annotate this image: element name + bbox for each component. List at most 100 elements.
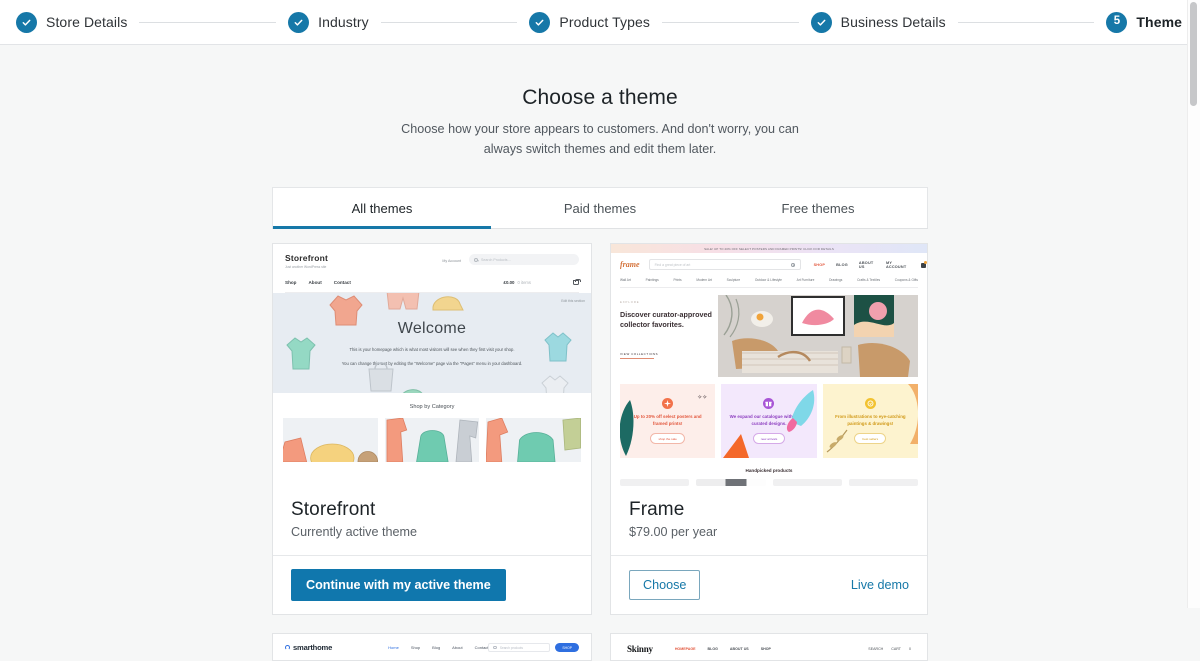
smarthome-search-area: Search products SHOP [488,643,580,653]
frame-cat-item: Paintings [645,278,659,283]
frame-cat-item: Modern Art [696,278,712,283]
frame-product-placeholder [620,479,690,487]
scrollbar-thumb[interactable] [1190,2,1197,106]
bag-illustration [368,362,394,392]
frame-logo: frame [620,260,640,270]
skinny-preview-header: Skinny HOMEPAGE BLOG ABOUT US SHOP SEARC… [611,634,927,655]
step-business-details[interactable]: Business Details [810,11,946,33]
theme-card-frame[interactable]: SALE! UP TO 20% OFF SELECT POSTERS AND F… [610,243,928,616]
storefront-nav-item: About [308,280,322,286]
step-theme[interactable]: 5 Theme [1106,11,1183,33]
frame-search-placeholder: Find a great piece of art [654,262,691,267]
theme-preview-storefront: Storefront Just another WordPress site M… [273,244,591,488]
page-subtitle: Choose how your store appears to custome… [401,122,799,156]
theme-card-smarthome[interactable]: smarthome Home Shop Blog About Contact S… [272,633,592,661]
home-icon [285,645,290,651]
step-label: Industry [318,14,369,30]
theme-price: $79.00 per year [629,525,718,540]
shirt-illustration [329,295,363,326]
frame-cat-item: Prints [673,278,682,283]
onboarding-stepper: Store Details Industry Product Types Bus… [0,0,1200,45]
theme-grid: Storefront Just another WordPress site M… [272,243,928,661]
storefront-category-tile [283,418,378,463]
smarthome-nav: Home Shop Blog About Contact [388,645,488,650]
page-title: Choose a theme [522,86,678,109]
frame-promo-text: From illustrations to eye-catching paint… [835,414,906,426]
smarthome-nav-item: Blog [432,645,441,651]
page-content: Choose a theme Choose how your store app… [0,45,1200,661]
smarthome-nav-item: Home [388,645,399,651]
step-label: Business Details [840,14,946,30]
step-product-types[interactable]: Product Types [529,11,650,33]
smarthome-logo-text: smarthome [293,643,333,653]
smarthome-search-placeholder: Search products [499,645,524,650]
storefront-cart-price: £0.00 [503,280,515,286]
theme-preview-frame: SALE! UP TO 20% OFF SELECT POSTERS AND F… [611,244,927,488]
hat-illustration [402,389,423,394]
page-scrollbar[interactable] [1187,0,1200,608]
medal-icon [864,398,876,410]
check-icon [529,11,551,33]
frame-hero-image [718,295,918,378]
frame-product-placeholder [696,479,766,487]
tab-free-themes[interactable]: Free themes [709,188,927,228]
search-icon [790,262,795,267]
tab-label: Free themes [781,200,855,216]
frame-hero: EXPLORE Discover curator-approved collec… [611,288,927,378]
sparkle-icon: ✧✧ [697,395,708,402]
gift-icon [763,398,775,410]
tab-all-themes[interactable]: All themes [273,188,491,230]
step-label: Product Types [559,14,650,30]
storefront-search-placeholder: Search Products… [481,257,512,262]
continue-with-active-theme-button[interactable]: Continue with my active theme [291,569,506,602]
live-demo-link[interactable]: Live demo [851,578,909,592]
step-store-details[interactable]: Store Details [16,11,127,33]
skinny-nav-item: HOMEPAGE [674,647,696,652]
tab-label: All themes [351,200,413,216]
smarthome-nav-item: About [452,645,463,651]
skinny-nav-item: ABOUT US [729,647,749,652]
smarthome-preview-header: smarthome Home Shop Blog About Contact S… [273,634,591,653]
theme-card-actions: Continue with my active theme [273,555,591,614]
storefront-nav-item: Contact [333,280,351,286]
theme-card-actions: Choose Live demo [611,555,927,613]
storefront-nav-item: Shop [285,280,297,286]
shopping-bag-icon [920,260,927,268]
tab-label: Paid themes [563,200,637,216]
storefront-category-tile [486,418,582,463]
skinny-search-label: SEARCH [868,647,884,652]
check-icon [16,11,37,33]
storefront-search-input: Search Products… [469,254,579,266]
frame-nav-item: SHOP [813,262,826,267]
tab-paid-themes[interactable]: Paid themes [491,188,709,228]
frame-cat-item: Sculpture [726,278,741,283]
frame-hero-cta: VIEW COLLECTIONS [620,352,659,357]
frame-promo-card: We expand our catalogue with freshly cur… [721,384,817,459]
frame-promo-card: From illustrations to eye-catching paint… [822,384,918,459]
theme-name: Frame [629,499,685,521]
tee-illustration [541,375,569,394]
choose-theme-button[interactable]: Choose [629,569,701,600]
search-icon [474,257,478,262]
frame-product-strip [611,473,927,487]
step-industry[interactable]: Industry [288,11,369,33]
branch-illustration [826,429,848,453]
smarthome-shop-button: SHOP [555,643,580,653]
theme-card-skinny[interactable]: Skinny HOMEPAGE BLOG ABOUT US SHOP SEARC… [610,633,928,661]
theme-name: Storefront [291,499,376,521]
theme-card-info: Storefront Currently active theme [273,487,591,555]
flower-icon [662,398,674,410]
skinny-nav-item: BLOG [707,647,718,652]
basket-icon [573,278,581,286]
frame-promo-card: ✧✧ Up to 20% off select posters and fram… [620,384,716,459]
frame-promo-banner: SALE! UP TO 20% OFF SELECT POSTERS AND F… [611,244,927,254]
storefront-preview-header: Storefront Just another WordPress site M… [273,244,591,294]
theme-card-storefront[interactable]: Storefront Just another WordPress site M… [272,243,592,616]
step-number-badge: 5 [1106,11,1128,33]
storefront-hero: Edit this section Welcome This is your h… [273,293,591,394]
triangle-illustration [723,434,750,459]
check-icon [288,11,310,33]
frame-promo-cards: ✧✧ Up to 20% off select posters and fram… [611,377,927,459]
step-label: Theme [1136,14,1183,30]
shorts-illustration [386,293,420,310]
